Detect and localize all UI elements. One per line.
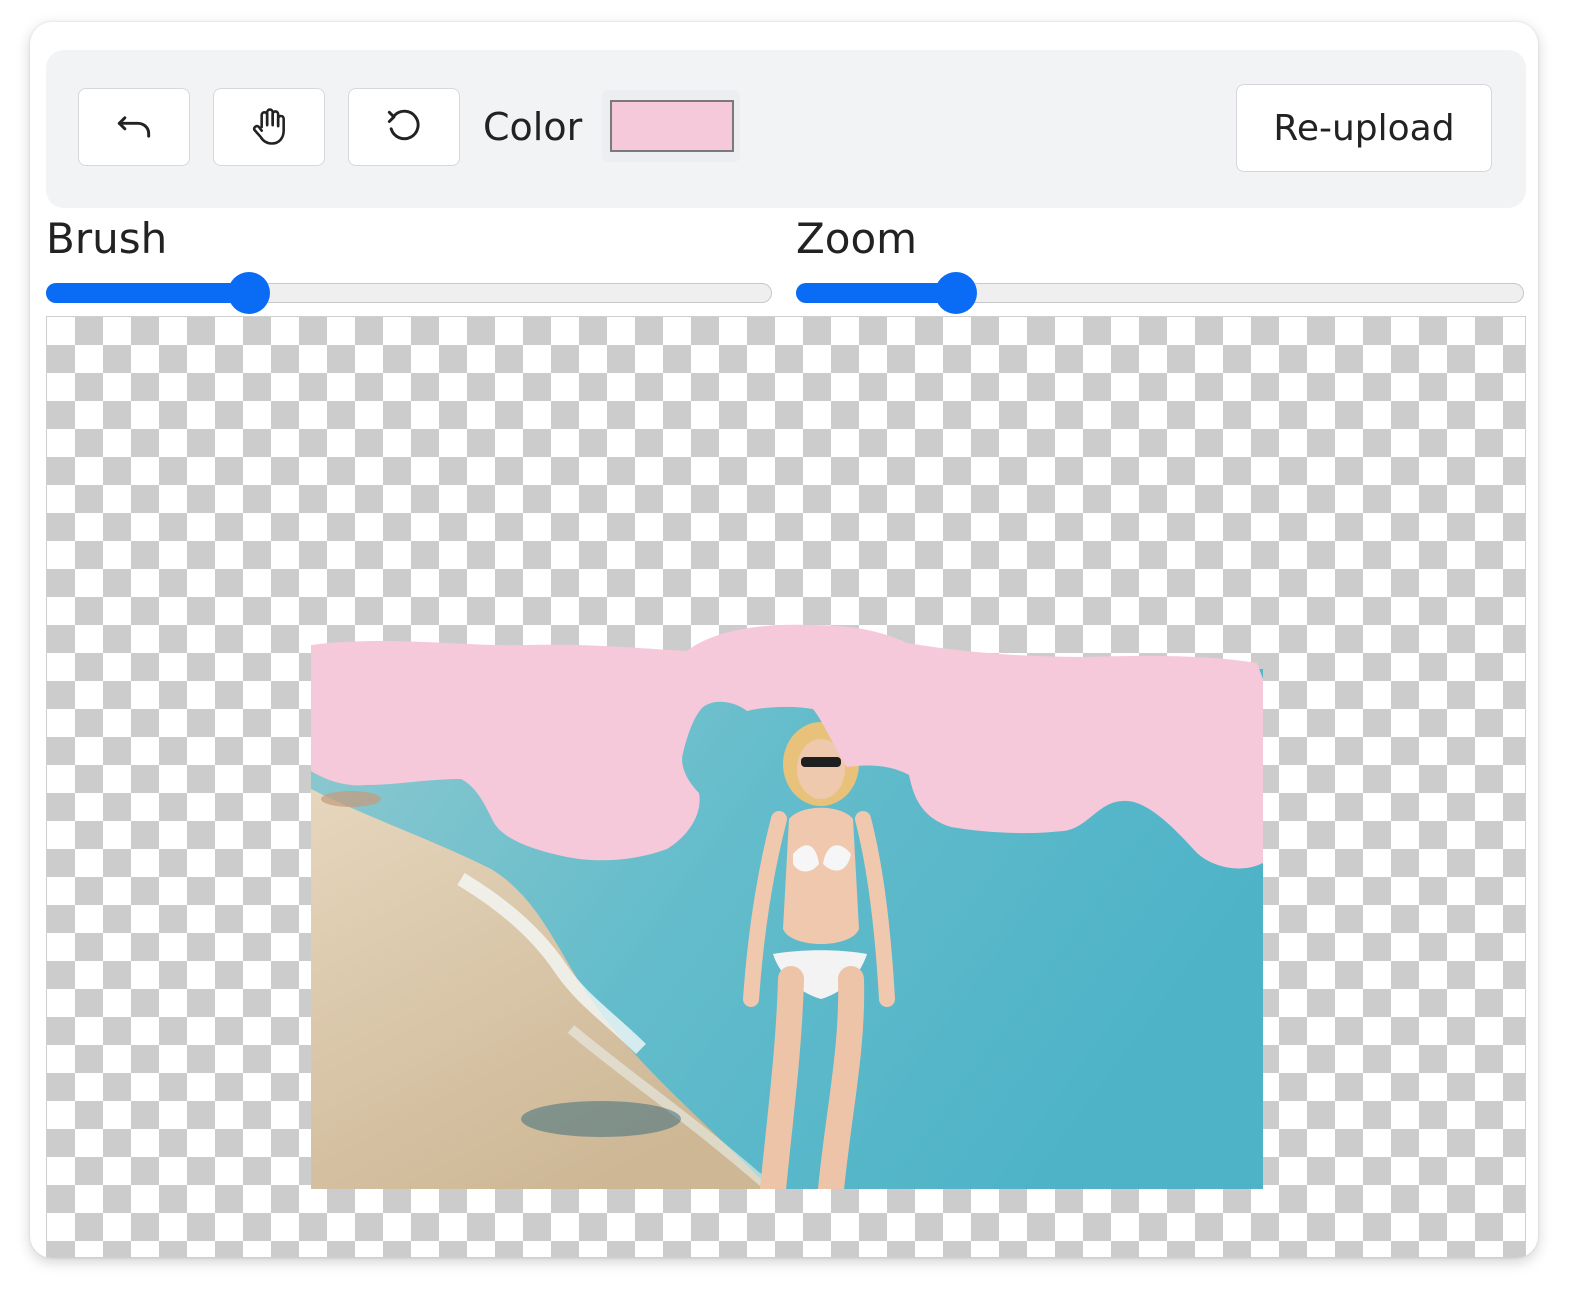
undo-button[interactable] — [78, 88, 190, 166]
hand-icon — [252, 108, 285, 145]
slider-fill — [796, 283, 956, 303]
reset-icon — [387, 109, 420, 141]
brush-label: Brush — [46, 214, 168, 263]
slider-fill — [46, 283, 249, 303]
color-label: Color — [483, 105, 583, 149]
pan-button[interactable] — [213, 88, 325, 166]
image-editor-panel: Color Re-upload Brush Zoom — [30, 22, 1538, 1258]
color-picker[interactable] — [602, 90, 740, 162]
brush-size-slider[interactable] — [46, 272, 772, 314]
beach-photo — [311, 669, 1263, 1189]
editor-toolbar: Color Re-upload — [46, 50, 1526, 208]
undo-icon — [117, 116, 151, 138]
color-swatch[interactable] — [610, 100, 734, 152]
reupload-button[interactable]: Re-upload — [1236, 84, 1492, 172]
slider-thumb[interactable] — [228, 272, 270, 314]
slider-thumb[interactable] — [935, 272, 977, 314]
drawing-canvas[interactable] — [46, 316, 1526, 1258]
reset-button[interactable] — [348, 88, 460, 166]
zoom-label: Zoom — [796, 214, 918, 263]
zoom-slider[interactable] — [796, 272, 1524, 314]
